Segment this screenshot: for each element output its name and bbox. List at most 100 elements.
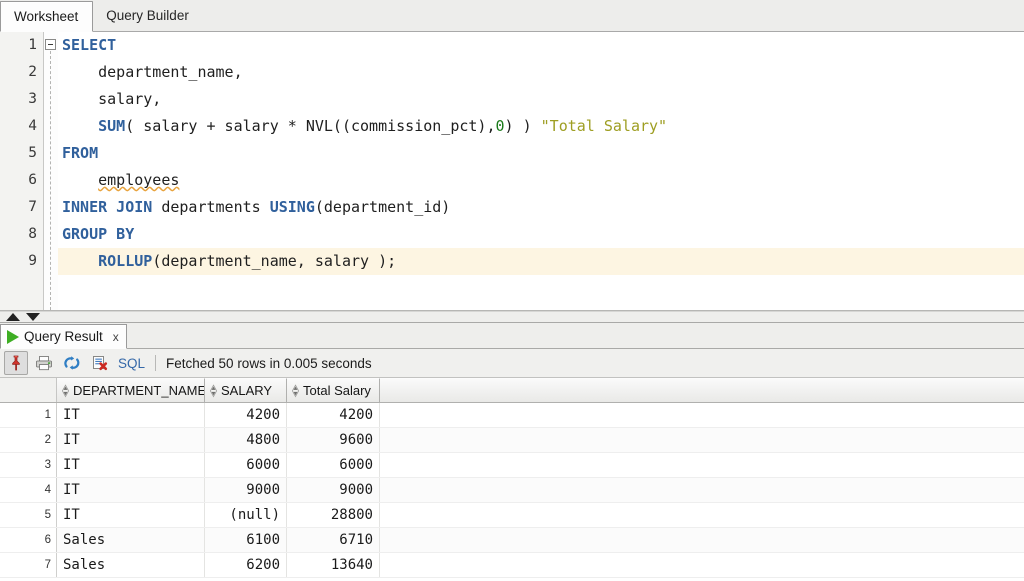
cell-department-name[interactable]: IT [57, 403, 205, 427]
code-line-3: salary, [58, 86, 1024, 113]
cell-total-salary[interactable]: 13640 [287, 553, 380, 577]
row-filler [380, 528, 1024, 552]
row-filler [380, 478, 1024, 502]
tab-worksheet-label: Worksheet [14, 9, 78, 24]
code-line-2: department_name, [58, 59, 1024, 86]
line-number: 9 [0, 248, 43, 275]
row-filler [380, 403, 1024, 427]
row-filler [380, 553, 1024, 577]
row-number: 4 [0, 478, 57, 502]
row-number: 2 [0, 428, 57, 452]
table-row[interactable]: 6 Sales 6100 6710 [0, 528, 1024, 553]
pin-icon[interactable] [4, 351, 28, 375]
cell-salary[interactable]: 4800 [205, 428, 287, 452]
code-line-1: SELECT [58, 32, 1024, 59]
sort-indicator-icon [209, 384, 218, 398]
row-number: 1 [0, 403, 57, 427]
sort-indicator-icon [61, 384, 70, 398]
table-row[interactable]: 1 IT 4200 4200 [0, 403, 1024, 428]
line-number-gutter: 1 2 3 4 5 6 7 8 9 [0, 32, 44, 310]
cell-department-name[interactable]: IT [57, 503, 205, 527]
grid-header-filler [380, 378, 1024, 402]
code-line-8: GROUP BY [58, 221, 1024, 248]
cell-salary[interactable]: 6000 [205, 453, 287, 477]
table-row[interactable]: 3 IT 6000 6000 [0, 453, 1024, 478]
cell-total-salary[interactable]: 6710 [287, 528, 380, 552]
code-line-5: FROM [58, 140, 1024, 167]
code-line-4: SUM( salary + salary * NVL((commission_p… [58, 113, 1024, 140]
grid-corner-header[interactable] [0, 378, 57, 402]
row-filler [380, 503, 1024, 527]
cell-total-salary[interactable]: 9000 [287, 478, 380, 502]
line-number: 6 [0, 167, 43, 194]
tab-query-builder[interactable]: Query Builder [93, 0, 203, 31]
fold-collapse-icon[interactable] [45, 39, 56, 50]
unresolved-identifier: employees [98, 171, 179, 189]
sql-worksheet-window: Worksheet Query Builder 1 2 3 4 5 6 7 8 … [0, 0, 1024, 581]
line-number: 4 [0, 113, 43, 140]
line-number: 1 [0, 32, 43, 59]
row-number: 6 [0, 528, 57, 552]
tab-worksheet[interactable]: Worksheet [0, 1, 93, 32]
cell-department-name[interactable]: Sales [57, 553, 205, 577]
code-line-7: INNER JOIN departments USING(department_… [58, 194, 1024, 221]
row-number: 5 [0, 503, 57, 527]
play-icon [7, 330, 19, 344]
refresh-icon[interactable] [60, 351, 84, 375]
code-line-9: ROLLUP(department_name, salary ); [58, 248, 1024, 275]
query-result-grid[interactable]: DEPARTMENT_NAME SALARY Total Salary [0, 378, 1024, 581]
grid-header-row: DEPARTMENT_NAME SALARY Total Salary [0, 378, 1024, 403]
code-line-6: employees [58, 167, 1024, 194]
row-filler [380, 428, 1024, 452]
print-icon[interactable] [32, 351, 56, 375]
cell-department-name[interactable]: IT [57, 453, 205, 477]
cell-salary[interactable]: 6100 [205, 528, 287, 552]
code-fold-column [44, 32, 58, 310]
sql-toggle-button[interactable]: SQL [116, 356, 149, 371]
tab-query-result-label: Query Result [24, 329, 103, 344]
worksheet-tabstrip: Worksheet Query Builder [0, 0, 1024, 32]
sort-indicator-icon [291, 384, 300, 398]
cell-salary[interactable]: 6200 [205, 553, 287, 577]
table-row[interactable]: 5 IT (null) 28800 [0, 503, 1024, 528]
line-number: 7 [0, 194, 43, 221]
table-row[interactable]: 4 IT 9000 9000 [0, 478, 1024, 503]
line-number: 3 [0, 86, 43, 113]
row-number: 3 [0, 453, 57, 477]
fold-guide-line [50, 51, 51, 310]
splitter-down-arrow-icon[interactable] [26, 313, 40, 321]
cell-total-salary[interactable]: 4200 [287, 403, 380, 427]
sql-editor[interactable]: 1 2 3 4 5 6 7 8 9 SELECT department_name… [0, 32, 1024, 311]
column-header-department-name[interactable]: DEPARTMENT_NAME [57, 378, 205, 402]
row-number: 7 [0, 553, 57, 577]
editor-result-splitter[interactable] [0, 311, 1024, 323]
line-number: 2 [0, 59, 43, 86]
close-icon[interactable]: x [113, 330, 119, 344]
tab-query-builder-label: Query Builder [106, 8, 189, 23]
column-header-salary[interactable]: SALARY [205, 378, 287, 402]
toolbar-divider [155, 355, 156, 371]
code-text-area[interactable]: SELECT department_name, salary, SUM( sal… [58, 32, 1024, 310]
cell-department-name[interactable]: IT [57, 478, 205, 502]
cell-total-salary[interactable]: 28800 [287, 503, 380, 527]
cell-total-salary[interactable]: 9600 [287, 428, 380, 452]
result-tabstrip: Query Result x [0, 323, 1024, 349]
cell-department-name[interactable]: Sales [57, 528, 205, 552]
column-header-label: DEPARTMENT_NAME [73, 383, 205, 398]
line-number: 5 [0, 140, 43, 167]
cell-salary[interactable]: 9000 [205, 478, 287, 502]
table-row[interactable]: 2 IT 4800 9600 [0, 428, 1024, 453]
column-header-total-salary[interactable]: Total Salary [287, 378, 380, 402]
cell-salary[interactable]: (null) [205, 503, 287, 527]
column-header-label: SALARY [221, 383, 272, 398]
line-number: 8 [0, 221, 43, 248]
result-toolbar: SQL Fetched 50 rows in 0.005 seconds [0, 349, 1024, 378]
table-row[interactable]: 7 Sales 6200 13640 [0, 553, 1024, 578]
row-filler [380, 453, 1024, 477]
tab-query-result[interactable]: Query Result x [0, 324, 127, 349]
clear-results-icon[interactable] [88, 351, 112, 375]
cell-department-name[interactable]: IT [57, 428, 205, 452]
cell-salary[interactable]: 4200 [205, 403, 287, 427]
splitter-up-arrow-icon[interactable] [6, 313, 20, 321]
cell-total-salary[interactable]: 6000 [287, 453, 380, 477]
